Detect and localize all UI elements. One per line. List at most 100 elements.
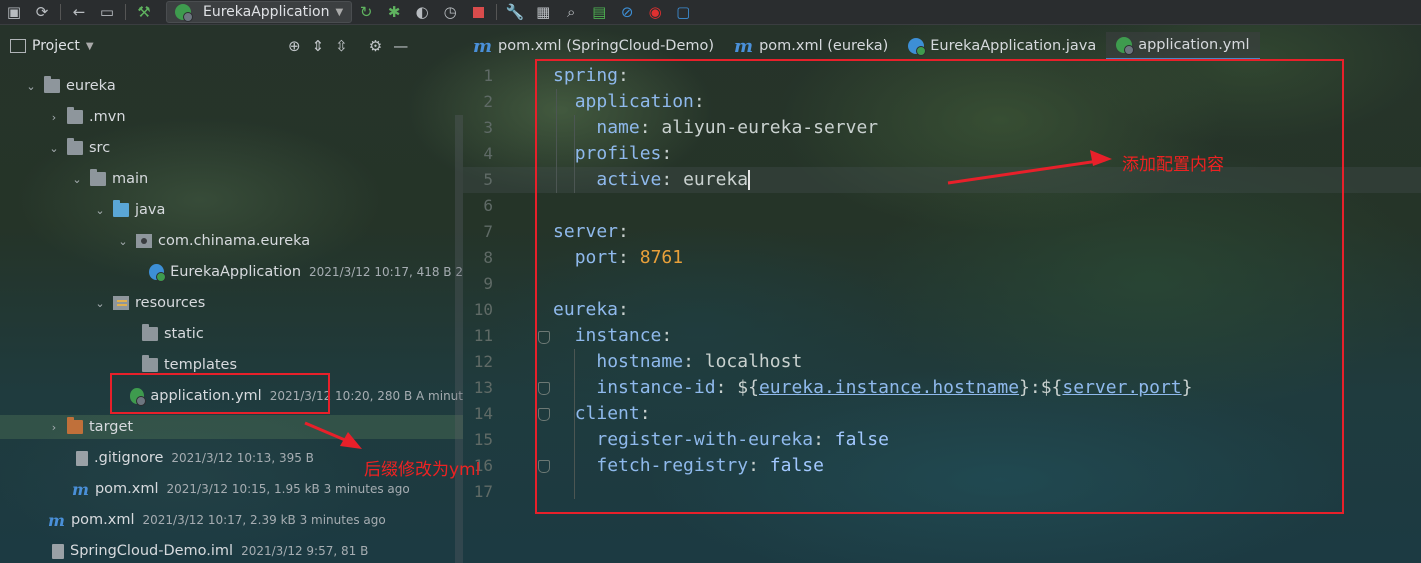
debug-icon[interactable]: ✱	[380, 0, 408, 24]
tree-label: pom.xml	[94, 481, 159, 497]
chevron-down-icon[interactable]: ⌄	[24, 80, 38, 93]
tab-label: EurekaApplication.java	[930, 38, 1097, 54]
gear-icon[interactable]: ⚙	[369, 37, 382, 55]
package-icon	[136, 234, 152, 248]
tab-pom-eureka[interactable]: m pom.xml (eureka)	[724, 32, 898, 60]
tree-label: eureka	[66, 78, 116, 94]
no-entry-icon[interactable]: ⊘	[613, 0, 641, 24]
tree-item-main[interactable]: ⌄ main	[0, 167, 463, 191]
tab-eureka-application-java[interactable]: EurekaApplication.java	[898, 32, 1106, 60]
save-all-icon[interactable]: ▣	[0, 0, 28, 24]
gitignore-file-icon	[76, 450, 88, 466]
line-number: 13	[473, 378, 493, 397]
profile-icon[interactable]: ◷	[436, 0, 464, 24]
spring-config-icon	[1116, 37, 1135, 55]
sync-icon[interactable]: ⟳	[28, 0, 56, 24]
line-number: 3	[483, 118, 493, 137]
line-number: 11	[473, 326, 493, 345]
chevron-right-icon[interactable]: ›	[47, 111, 61, 124]
build-hammer-icon[interactable]: ⚒	[130, 0, 158, 24]
module-folder-icon	[44, 76, 60, 93]
tree-item-src[interactable]: ⌄ src	[0, 136, 463, 160]
maven-icon: m	[48, 510, 65, 530]
tab-application-yml[interactable]: application.yml	[1106, 32, 1260, 60]
tree-label: EurekaApplication	[170, 264, 302, 280]
excel-icon[interactable]: ▤	[585, 0, 613, 24]
back-icon[interactable]: ←	[65, 0, 93, 24]
file-meta: 2021/3/12 10:17, 2.39 kB 3 minutes ago	[142, 513, 386, 527]
tree-item-eureka-application[interactable]: EurekaApplication 2021/3/12 10:17, 418 B…	[0, 260, 463, 284]
annotation-file-note: 后缀修改为yml	[364, 460, 481, 480]
tab-label: pom.xml (SpringCloud-Demo)	[498, 38, 715, 54]
line-number: 14	[473, 404, 493, 423]
editor-tabs: m pom.xml (SpringCloud-Demo) m pom.xml (…	[463, 32, 1260, 60]
chevron-right-icon[interactable]: ›	[47, 421, 61, 434]
expand-all-icon[interactable]: ⇕	[312, 37, 325, 55]
run-configuration-select[interactable]: EurekaApplication ▼	[166, 1, 353, 23]
chevron-down-icon: ▼	[335, 6, 344, 18]
folder-icon	[67, 138, 83, 155]
tree-item-iml[interactable]: SpringCloud-Demo.iml 2021/3/12 9:57, 81 …	[0, 539, 463, 563]
hide-icon[interactable]: —	[393, 37, 408, 55]
line-number: 9	[483, 274, 493, 293]
chevron-down-icon: ▼	[85, 40, 94, 52]
record-icon[interactable]: ◉	[641, 0, 669, 24]
rerun-icon[interactable]: ↻	[352, 0, 380, 24]
tab-pom-springcloud-demo[interactable]: m pom.xml (SpringCloud-Demo)	[463, 32, 724, 60]
tree-item-java[interactable]: ⌄ java	[0, 198, 463, 222]
stop-icon[interactable]	[464, 0, 492, 24]
resources-folder-icon	[113, 296, 129, 310]
locate-icon[interactable]: ⊕	[288, 37, 301, 55]
plugin-icon[interactable]: ▢	[669, 0, 697, 24]
chevron-down-icon[interactable]: ⌄	[93, 204, 107, 217]
collapse-all-icon[interactable]: ⇳	[335, 37, 348, 55]
tree-item-eureka[interactable]: ⌄ eureka	[0, 74, 463, 98]
project-structure-icon[interactable]: ▦	[529, 0, 557, 24]
main-toolbar: ▣ ⟳ ← ▭ ⚒ EurekaApplication ▼ ↻ ✱ ◐ ◷ 🔧 …	[0, 0, 1421, 25]
toolbar-divider	[60, 4, 61, 20]
file-meta: 2021/3/12 9:57, 81 B	[241, 544, 369, 558]
editor-highlight-box	[535, 59, 1344, 514]
project-view-selector[interactable]: Project ▼	[10, 38, 94, 54]
maven-icon: m	[473, 35, 493, 57]
folder-icon	[67, 107, 83, 124]
file-meta: 2021/3/12 10:13, 395 B	[171, 451, 314, 465]
project-panel-title: Project	[32, 38, 80, 54]
source-folder-icon	[113, 200, 129, 217]
tree-item-package[interactable]: ⌄ com.chinama.eureka	[0, 229, 463, 253]
chevron-down-icon[interactable]: ⌄	[93, 297, 107, 310]
tree-item-pom-root[interactable]: m pom.xml 2021/3/12 10:17, 2.39 kB 3 min…	[0, 508, 463, 532]
tree-item-target[interactable]: › target	[0, 415, 463, 439]
tree-label: .mvn	[89, 109, 126, 125]
line-number: 7	[483, 222, 493, 241]
line-number: 6	[483, 196, 493, 215]
tree-label: SpringCloud-Demo.iml	[70, 543, 234, 559]
project-scrollbar[interactable]	[455, 115, 463, 563]
chevron-down-icon[interactable]: ⌄	[47, 142, 61, 155]
tree-label: main	[112, 171, 149, 187]
folder-icon	[142, 324, 158, 341]
tree-item-pom-eureka[interactable]: m pom.xml 2021/3/12 10:15, 1.95 kB 3 min…	[0, 477, 463, 501]
maven-icon: m	[734, 35, 754, 57]
tree-label: pom.xml	[70, 512, 135, 528]
chevron-down-icon[interactable]: ⌄	[70, 173, 84, 186]
tree-label: target	[89, 419, 134, 435]
run-config-label: EurekaApplication	[203, 4, 330, 20]
search-icon[interactable]: ⌕	[557, 0, 585, 24]
maven-icon: m	[72, 479, 89, 499]
folder-icon	[142, 355, 158, 372]
settings-wrench-icon[interactable]: 🔧	[501, 0, 529, 24]
tree-label: java	[135, 202, 166, 218]
tree-item-mvn[interactable]: › .mvn	[0, 105, 463, 129]
chevron-down-icon[interactable]: ⌄	[116, 235, 130, 248]
tab-label: application.yml	[1138, 37, 1250, 53]
terminal-frame-icon[interactable]: ▭	[93, 0, 121, 24]
tree-label: resources	[135, 295, 206, 311]
tree-item-static[interactable]: static	[0, 322, 463, 346]
excluded-folder-icon	[67, 417, 83, 434]
coverage-icon[interactable]: ◐	[408, 0, 436, 24]
spring-boot-icon	[175, 4, 193, 22]
tree-label: com.chinama.eureka	[158, 233, 311, 249]
tree-item-resources[interactable]: ⌄ resources	[0, 291, 463, 315]
iml-file-icon	[52, 543, 64, 559]
